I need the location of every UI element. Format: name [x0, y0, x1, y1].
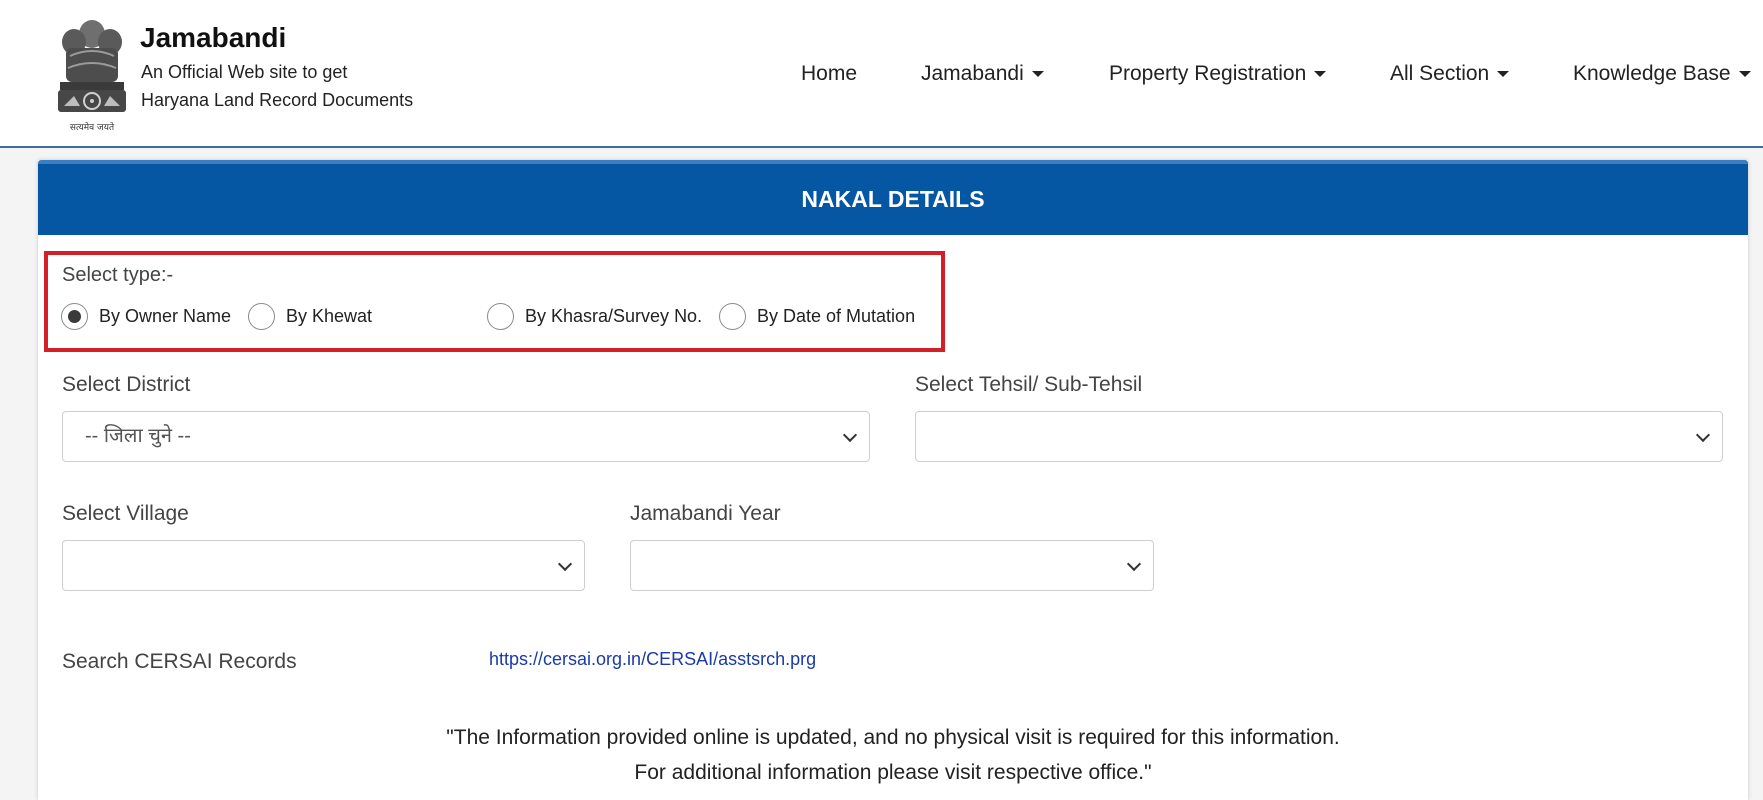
radio-button[interactable]	[248, 302, 275, 330]
nav-item-jamabandi[interactable]: Jamabandi	[921, 62, 1044, 86]
radio-by-date-of-mutation[interactable]: By Date of Mutation	[719, 302, 915, 330]
radio-button-checked[interactable]	[61, 302, 88, 330]
radio-by-owner-name[interactable]: By Owner Name	[61, 302, 231, 330]
district-select[interactable]: -- जिला चुने --	[62, 411, 870, 462]
chevron-down-icon	[842, 427, 858, 443]
caret-down-icon	[1497, 71, 1510, 78]
site-subtitle-line1: An Official Web site to get	[141, 62, 348, 82]
caret-down-icon	[1738, 71, 1751, 78]
radio-label: By Date of Mutation	[757, 305, 916, 326]
district-select-value: -- जिला चुने --	[85, 425, 191, 447]
jamabandi-year-select[interactable]	[630, 540, 1154, 591]
radio-button[interactable]	[487, 302, 514, 330]
cersai-label: Search CERSAI Records	[62, 650, 297, 673]
caret-down-icon	[1031, 71, 1044, 78]
village-label: Select Village	[62, 502, 189, 525]
nav-item-home-label: Home	[801, 62, 858, 85]
notice-line-1: "The Information provided online is upda…	[446, 726, 1340, 749]
district-label: Select District	[62, 373, 191, 396]
radio-label: By Owner Name	[99, 305, 232, 326]
nav-item-knowledge-base[interactable]: Knowledge Base	[1573, 62, 1751, 86]
emblem-motto: सत्यमेव जयते	[70, 121, 115, 133]
tehsil-select[interactable]	[915, 411, 1723, 462]
select-type-label: Select type:-	[62, 264, 174, 286]
notice-line-2: For additional information please visit …	[634, 761, 1152, 784]
radio-by-khewat[interactable]: By Khewat	[248, 302, 372, 330]
site-header: सत्यमेव जयते Jamabandi An Official Web s…	[0, 0, 1763, 148]
nav-item-property-registration-label: Property Registration	[1109, 62, 1307, 85]
cersai-link[interactable]: https://cersai.org.in/CERSAI/asstsrch.pr…	[489, 649, 816, 670]
site-title[interactable]: Jamabandi	[140, 22, 286, 54]
chevron-down-icon	[1126, 556, 1142, 572]
caret-down-icon	[1314, 71, 1327, 78]
radio-label: By Khewat	[286, 305, 373, 326]
radio-by-khasra-survey-no[interactable]: By Khasra/Survey No.	[487, 302, 702, 330]
nav-item-all-section-label: All Section	[1390, 62, 1490, 85]
jamabandi-year-label: Jamabandi Year	[630, 502, 781, 525]
radio-button[interactable]	[719, 302, 746, 330]
radio-label: By Khasra/Survey No.	[525, 305, 703, 326]
nav-item-knowledge-base-label: Knowledge Base	[1573, 62, 1731, 85]
national-emblem-icon: सत्यमेव जयते	[58, 20, 126, 133]
nav-item-jamabandi-label: Jamabandi	[921, 62, 1024, 85]
site-subtitle-line2: Haryana Land Record Documents	[141, 90, 414, 110]
village-select[interactable]	[62, 540, 585, 591]
nav-item-home[interactable]: Home	[801, 62, 857, 86]
nav-item-all-section[interactable]: All Section	[1390, 62, 1510, 86]
chevron-down-icon	[1695, 427, 1711, 443]
tehsil-label: Select Tehsil/ Sub-Tehsil	[915, 373, 1143, 396]
nav-item-property-registration[interactable]: Property Registration	[1109, 62, 1327, 86]
panel-heading: NAKAL DETAILS	[38, 160, 1748, 235]
chevron-down-icon	[557, 556, 573, 572]
